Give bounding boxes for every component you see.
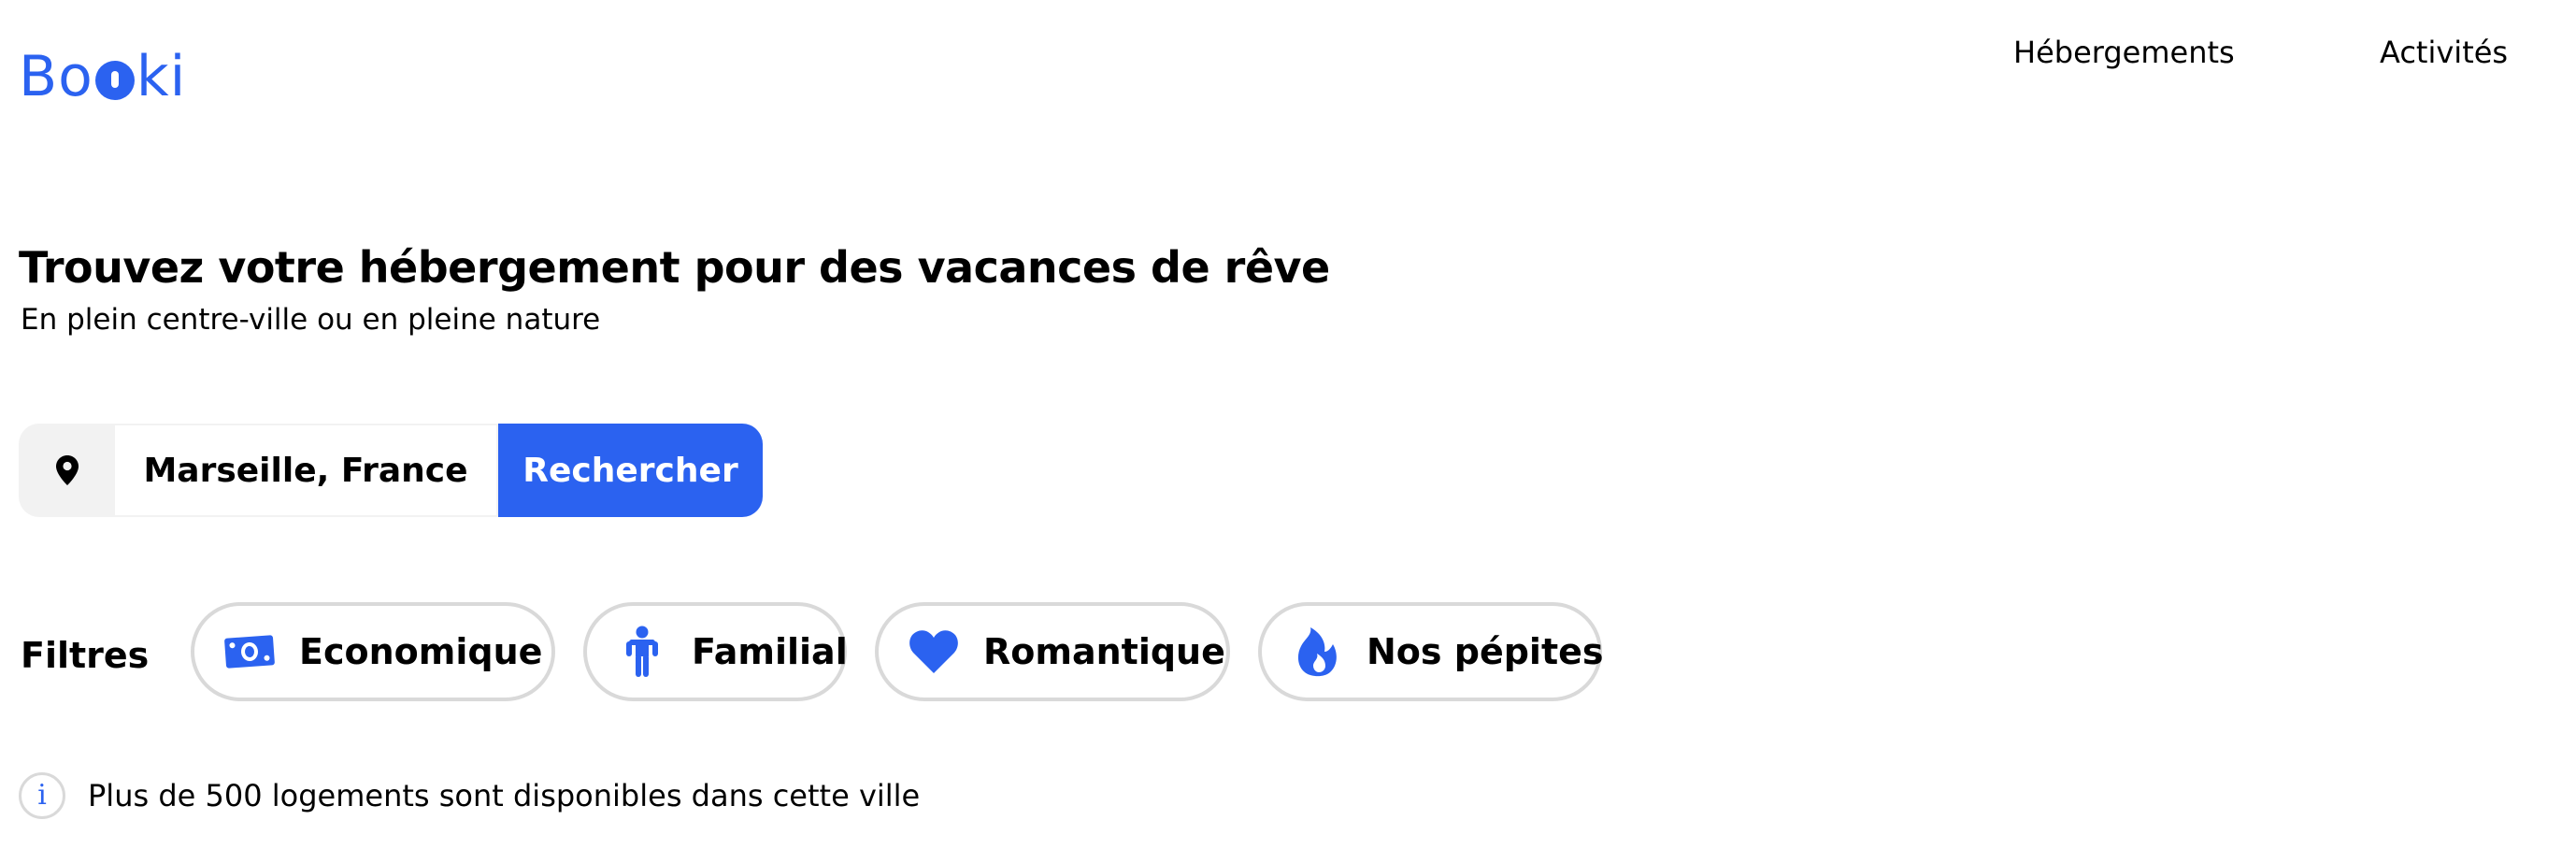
info-icon: i (19, 772, 65, 819)
filter-economique[interactable]: Economique (191, 602, 555, 701)
logo-letter-o: o (58, 44, 93, 109)
logo-letter-b: B (19, 44, 59, 109)
fire-icon (1290, 625, 1344, 679)
filter-label: Familial (692, 631, 848, 672)
filter-label: Economique (299, 631, 543, 672)
filter-label: Romantique (983, 631, 1225, 672)
logo-keyhole-icon (94, 61, 135, 100)
filters-label: Filtres (21, 635, 150, 676)
filter-nos-pepites[interactable]: Nos pépites (1258, 602, 1604, 701)
search-bar: Rechercher (19, 424, 763, 517)
availability-text: Plus de 500 logements sont disponibles d… (88, 778, 921, 813)
filter-romantique[interactable]: Romantique (875, 602, 1230, 701)
logo-letters-ki: ki (136, 44, 187, 109)
location-input[interactable] (115, 424, 498, 517)
nav-link-hebergements[interactable]: Hébergements (2013, 34, 2235, 71)
heart-icon (907, 625, 961, 679)
page-subtitle: En plein centre-ville ou en pleine natur… (21, 303, 601, 337)
booki-logo[interactable]: Bo ki (19, 49, 186, 105)
search-button[interactable]: Rechercher (498, 424, 763, 517)
filter-label: Nos pépites (1367, 631, 1604, 672)
child-icon (615, 625, 669, 679)
filter-familial[interactable]: Familial (583, 602, 848, 701)
location-icon-box (19, 424, 115, 517)
money-bill-icon (222, 625, 277, 679)
availability-info: i Plus de 500 logements sont disponibles… (19, 772, 920, 819)
nav-link-activites[interactable]: Activités (2380, 34, 2508, 71)
page-title: Trouvez votre hébergement pour des vacan… (19, 242, 1330, 293)
map-pin-icon (55, 455, 79, 485)
